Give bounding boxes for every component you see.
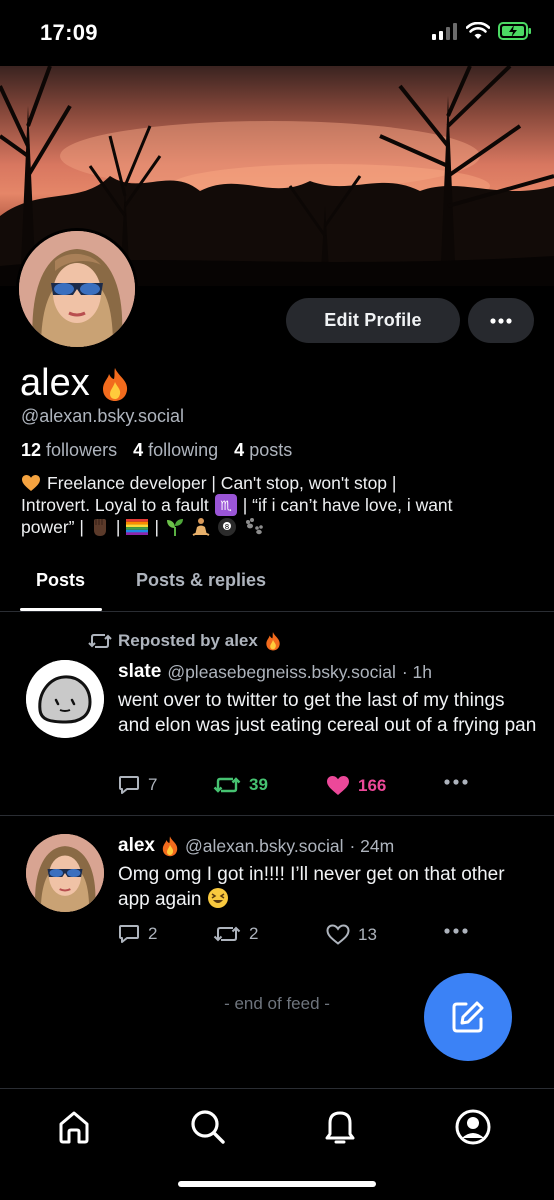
display-name: alex (20, 362, 130, 405)
post-header: alex @alexan.bsky.social · 24m (118, 835, 394, 857)
repost-count: 2 (249, 924, 259, 943)
repost-icon (213, 777, 241, 793)
reply-icon (119, 925, 139, 943)
rainbow-flag-icon (126, 519, 149, 535)
repost-label: Reposted by alex (118, 631, 258, 650)
profile-avatar[interactable] (16, 228, 138, 350)
seedling-icon (167, 519, 183, 536)
orange-heart-icon (22, 475, 40, 491)
profile-bio: Freelance developer | Can't stop, won't … (21, 472, 536, 538)
eight-ball-icon: 8 (218, 518, 236, 536)
more-icon (444, 779, 468, 785)
more-icon (490, 317, 512, 324)
bio-line-2b: | “if i can’t have love, i want (242, 495, 453, 515)
bio-line-2: Introvert. Loyal to a fault (21, 495, 209, 515)
status-time: 17:09 (40, 20, 98, 45)
posts-stat: 4 posts (234, 440, 293, 460)
reply-icon (119, 776, 139, 794)
profile-stats: 12 followers 4 following 4 posts (21, 440, 292, 461)
like-button[interactable]: 166 (326, 775, 386, 796)
repost-count: 39 (249, 775, 268, 794)
repost-icon (213, 926, 241, 942)
compose-icon (452, 1001, 484, 1033)
post-actions: 7 39 166 (118, 775, 478, 799)
post-more-button[interactable] (444, 779, 468, 785)
nav-notifications[interactable] (320, 1107, 360, 1147)
heart-icon (326, 924, 350, 945)
post-text: Omg omg I got in!!!! I’ll never get on t… (118, 862, 538, 912)
reply-count: 2 (148, 924, 158, 943)
bio-separator: | (154, 517, 159, 537)
like-button[interactable]: 13 (326, 924, 377, 945)
reply-count: 7 (148, 775, 158, 794)
svg-text:8: 8 (225, 523, 229, 531)
fire-icon (162, 836, 178, 857)
bio-line-1: Freelance developer | Can't stop, won't … (47, 473, 397, 493)
author-handle[interactable]: @pleasebegneiss.bsky.social (167, 662, 396, 683)
repost-icon (88, 634, 112, 648)
edit-profile-button[interactable]: Edit Profile (286, 298, 460, 343)
scorpio-icon: ♏ (214, 494, 237, 516)
profile-icon (455, 1109, 491, 1145)
reply-button[interactable]: 7 (118, 775, 157, 795)
reply-button[interactable]: 2 (118, 924, 157, 944)
meditation-icon (192, 518, 210, 536)
bell-icon (325, 1111, 355, 1144)
like-count: 13 (358, 924, 377, 944)
nav-search[interactable] (188, 1107, 228, 1147)
fire-icon (266, 632, 280, 651)
heart-icon (327, 776, 349, 795)
repost-button[interactable]: 39 (213, 775, 268, 795)
status-icons (432, 22, 532, 40)
search-icon (191, 1110, 225, 1144)
tab-posts-and-replies[interactable]: Posts & replies (136, 570, 266, 591)
author-handle[interactable]: @alexan.bsky.social (185, 836, 343, 857)
post-text: went over to twitter to get the last of … (118, 690, 537, 736)
more-icon (444, 928, 468, 934)
laughing-face-icon (207, 888, 228, 908)
post-actions: 2 2 13 (118, 924, 478, 948)
nav-profile[interactable] (453, 1107, 493, 1147)
signal-icon (432, 23, 457, 40)
post-time: · 24m (349, 835, 395, 856)
bio-separator: | (115, 517, 121, 537)
repost-button[interactable]: 2 (213, 924, 258, 944)
like-count: 166 (358, 775, 387, 795)
display-name-text: alex (20, 362, 90, 404)
feed-post[interactable]: Reposted by alex slate @pleasebegneiss.b… (0, 613, 554, 816)
profile-handle: @alexan.bsky.social (21, 406, 185, 426)
post-time: · 1h (401, 661, 433, 682)
following-stat[interactable]: 4 following (133, 440, 218, 461)
svg-text:♏: ♏ (220, 499, 232, 514)
home-indicator[interactable] (178, 1181, 376, 1187)
bio-line-3: power” | (21, 517, 84, 537)
post-text-content: Omg omg I got in!!!! I’ll never get on t… (118, 864, 505, 910)
tab-posts[interactable]: Posts (36, 570, 85, 591)
repost-indicator[interactable]: Reposted by alex (88, 631, 282, 651)
battery-icon (498, 22, 531, 40)
profile-more-button[interactable] (468, 298, 534, 343)
active-tab-indicator (20, 608, 102, 611)
post-more-button[interactable] (444, 928, 468, 934)
profile-tabs: Posts Posts & replies (0, 558, 554, 612)
paw-prints-icon (246, 518, 263, 535)
followers-stat[interactable]: 12 followers (21, 440, 117, 461)
feed-post[interactable]: alex @alexan.bsky.social · 24m Omg omg I… (0, 817, 554, 965)
compose-button[interactable] (424, 973, 512, 1061)
author-name[interactable]: alex (118, 835, 155, 857)
post-header: slate @pleasebegneiss.bsky.social · 1h (118, 661, 432, 683)
fire-icon (102, 367, 127, 401)
author-name[interactable]: slate (118, 661, 161, 683)
wifi-icon (466, 22, 490, 39)
home-icon (59, 1111, 89, 1144)
post-author-avatar[interactable] (26, 660, 104, 738)
raised-fist-icon (93, 519, 106, 536)
post-author-avatar[interactable] (26, 834, 104, 912)
status-bar: 17:09 (0, 0, 554, 66)
nav-home[interactable] (54, 1107, 94, 1147)
